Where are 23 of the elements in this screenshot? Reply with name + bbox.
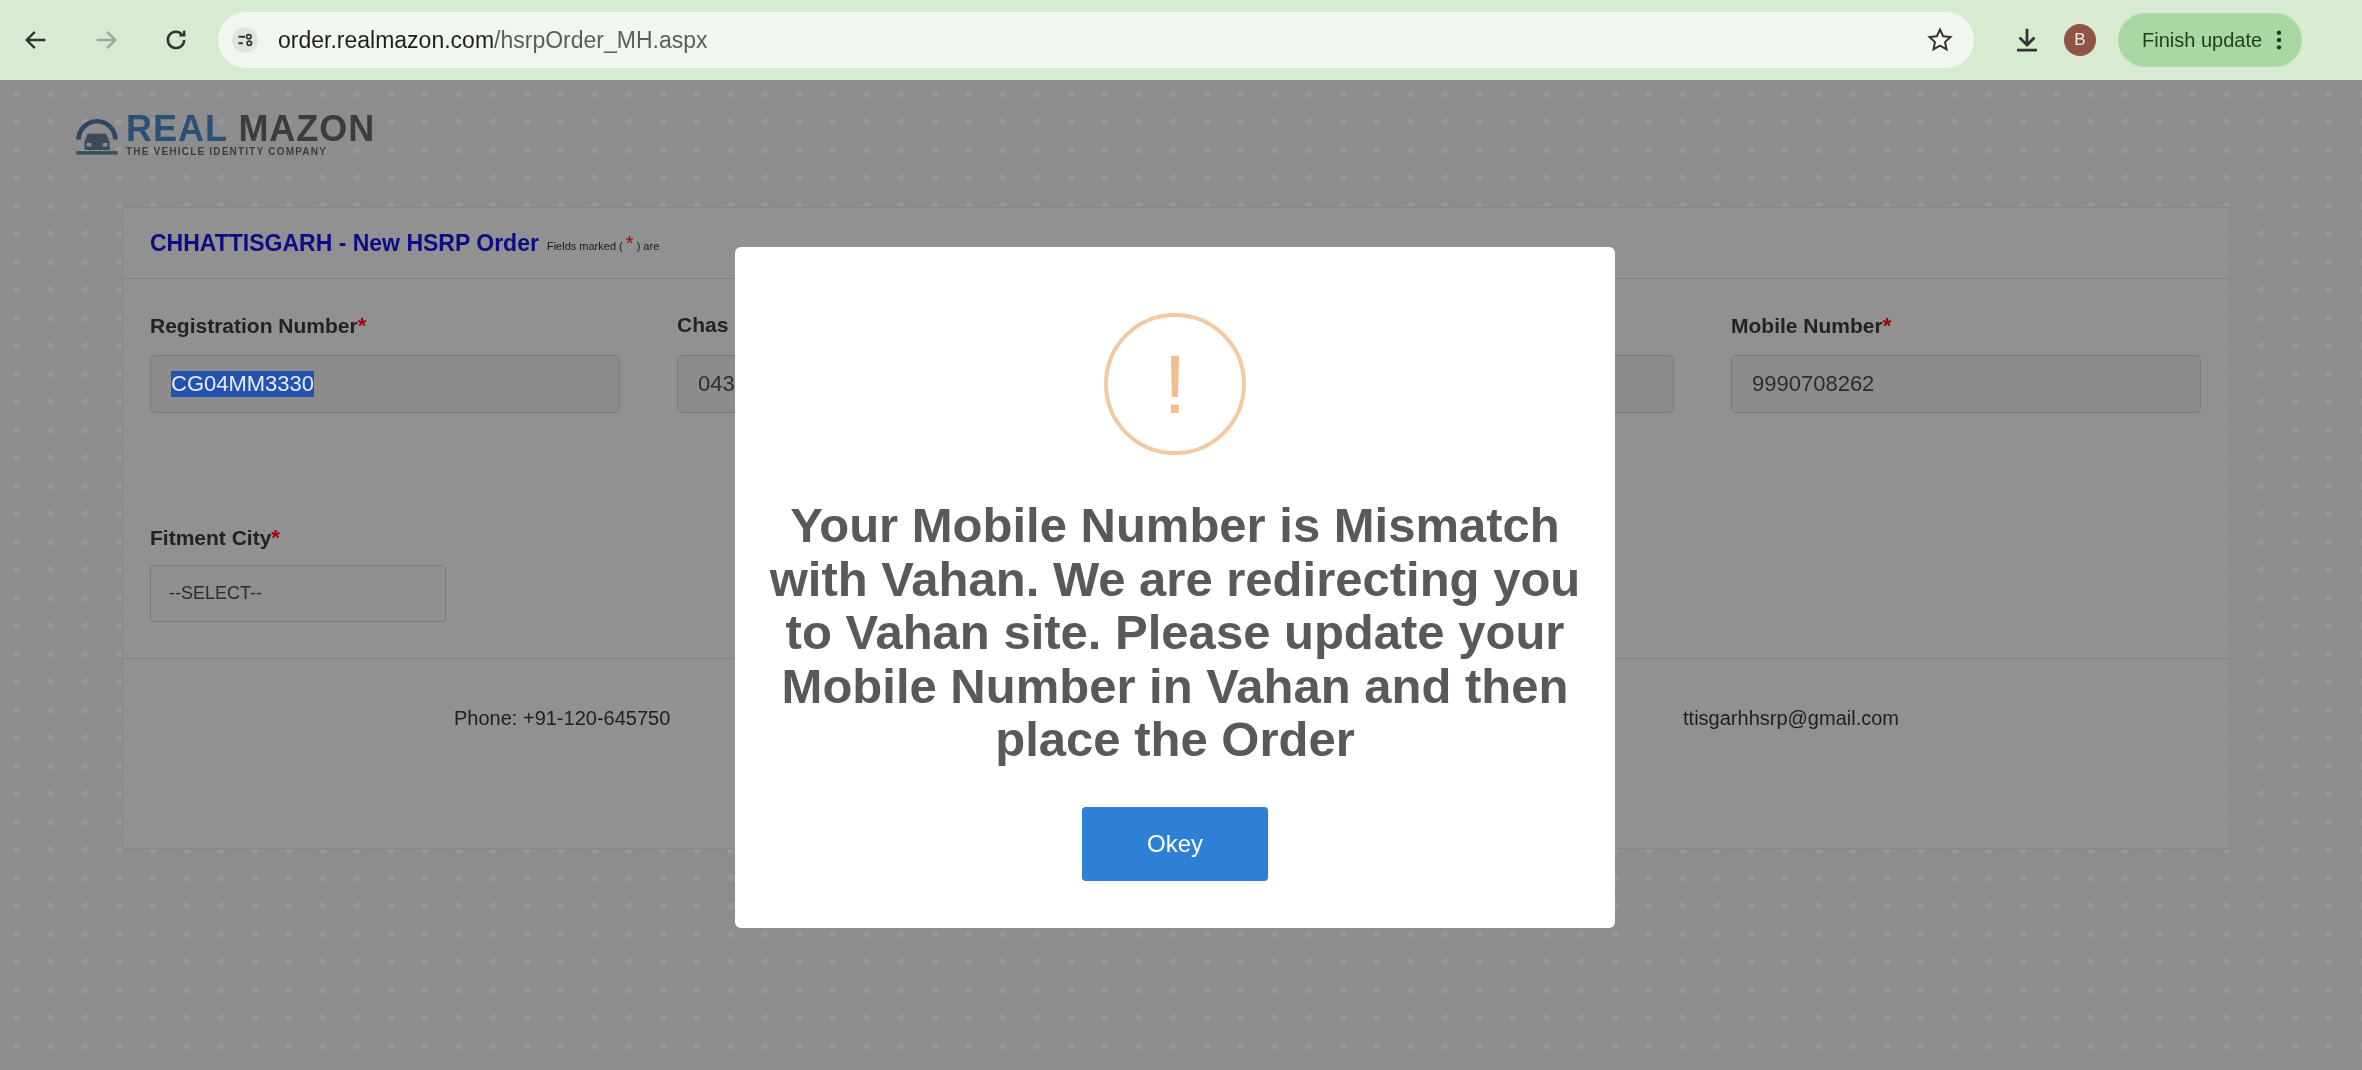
- phone-text: Phone: +91-120-645750: [454, 706, 671, 730]
- menu-icon[interactable]: [2276, 29, 2283, 51]
- brand-tagline: THE VEHICLE IDENTITY COMPANY: [126, 146, 329, 157]
- finish-update-button[interactable]: Finish update: [2118, 13, 2303, 67]
- field-label: Chas: [677, 313, 729, 338]
- form-title: CHHATTISGARH - New HSRP Order: [150, 229, 539, 257]
- input-field[interactable]: 9990708262: [1731, 355, 2201, 413]
- okey-button[interactable]: Okey: [1082, 806, 1268, 881]
- field-label: Registration Number*: [150, 313, 367, 339]
- email-text: ttisgarhhsrp@gmail.com: [1683, 706, 1899, 730]
- input-field[interactable]: CG04MM3330: [150, 355, 620, 413]
- star-icon[interactable]: [1926, 26, 1954, 54]
- city-select[interactable]: --SELECT--: [150, 565, 446, 622]
- url-text: order.realmazon.com/hsrpOrder_MH.aspx: [278, 26, 709, 54]
- field-label: Fitment City*: [150, 525, 280, 551]
- warning-icon: !: [1104, 313, 1246, 455]
- field-label: Mobile Number*: [1731, 313, 1892, 339]
- address-bar[interactable]: order.realmazon.com/hsrpOrder_MH.aspx: [218, 12, 1974, 68]
- profile-avatar[interactable]: B: [2064, 24, 2096, 56]
- required-note: Fields marked (*) are: [546, 231, 660, 255]
- site-info-icon[interactable]: [232, 27, 258, 53]
- alert-message: Your Mobile Number is Mismatch with Vahan. We are redirecting you to Vahan site. Please update your Mobile Number in Vahan and then place the Order: [768, 499, 1582, 767]
- brand-name: REAL MAZON: [126, 112, 376, 146]
